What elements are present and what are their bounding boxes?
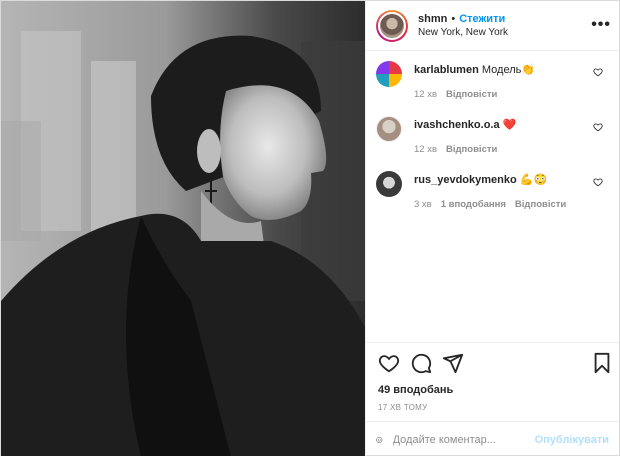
comment-bubble-icon[interactable] xyxy=(410,352,432,374)
share-paper-plane-icon[interactable] xyxy=(442,352,464,374)
add-comment-bar: Опублікувати xyxy=(366,421,619,456)
comment-meta: 12 хв Відповісти xyxy=(414,144,516,155)
commenter-avatar[interactable] xyxy=(376,116,402,142)
comment-text: ❤️ xyxy=(502,119,517,131)
author-info: shmn • Стежити New York, New York xyxy=(418,12,508,40)
commenter-username[interactable]: karlablumen xyxy=(414,64,479,76)
post-timestamp[interactable]: 17 ХВ ТОМУ xyxy=(366,403,619,421)
comment-text: Модель👏 xyxy=(481,64,536,76)
post-actions xyxy=(366,342,619,382)
comment-time[interactable]: 12 хв xyxy=(414,144,437,155)
author-avatar[interactable] xyxy=(376,9,408,42)
commenter-username[interactable]: rus_yevdokymenko xyxy=(414,174,517,186)
comment-body: ivashchenko.o.a ❤️ 12 хв Відповісти xyxy=(414,114,516,155)
comment-line: ivashchenko.o.a ❤️ xyxy=(414,118,516,132)
like-heart-icon[interactable] xyxy=(378,352,400,374)
like-comment-heart-icon[interactable] xyxy=(593,67,603,77)
author-avatar-image xyxy=(378,11,406,40)
post-photo[interactable] xyxy=(1,1,365,456)
comment-meta: 3 хв 1 вподобання Відповісти xyxy=(414,199,566,210)
publish-button[interactable]: Опублікувати xyxy=(535,434,609,446)
comment-item: rus_yevdokymenko 💪😳 3 хв 1 вподобання Ві… xyxy=(376,169,609,210)
post-header: shmn • Стежити New York, New York ••• xyxy=(366,1,619,51)
comment-text: 💪😳 xyxy=(519,174,548,186)
post-photo-image xyxy=(1,1,365,456)
like-comment-heart-icon[interactable] xyxy=(593,122,603,132)
comment-body: rus_yevdokymenko 💪😳 3 хв 1 вподобання Ві… xyxy=(414,169,566,210)
comment-likes-count[interactable]: 1 вподобання xyxy=(441,199,506,210)
reply-button[interactable]: Відповісти xyxy=(446,89,497,100)
comment-line: rus_yevdokymenko 💪😳 xyxy=(414,173,566,187)
comments-list: karlablumen Модель👏 12 хв Відповісти iva… xyxy=(366,51,619,342)
comment-line: karlablumen Модель👏 xyxy=(414,63,535,77)
comment-time[interactable]: 3 хв xyxy=(414,199,432,210)
comment-input[interactable] xyxy=(392,433,535,446)
commenter-avatar[interactable] xyxy=(376,61,402,87)
emoji-picker-icon[interactable] xyxy=(376,430,383,450)
comment-time[interactable]: 12 хв xyxy=(414,89,437,100)
more-options-icon[interactable]: ••• xyxy=(591,16,611,34)
comment-body: karlablumen Модель👏 12 хв Відповісти xyxy=(414,59,535,100)
instagram-post: shmn • Стежити New York, New York ••• ka… xyxy=(0,0,620,456)
post-location[interactable]: New York, New York xyxy=(418,26,508,40)
separator-dot: • xyxy=(451,12,456,25)
save-bookmark-icon[interactable] xyxy=(591,352,613,374)
commenter-username[interactable]: ivashchenko.o.a xyxy=(414,119,500,131)
author-username[interactable]: shmn xyxy=(418,12,447,26)
reply-button[interactable]: Відповісти xyxy=(446,144,497,155)
comment-meta: 12 хв Відповісти xyxy=(414,89,535,100)
likes-count[interactable]: 49 вподобань xyxy=(366,382,619,398)
comment-item: ivashchenko.o.a ❤️ 12 хв Відповісти xyxy=(376,114,609,155)
like-comment-heart-icon[interactable] xyxy=(593,177,603,187)
comment-item: karlablumen Модель👏 12 хв Відповісти xyxy=(376,59,609,100)
author-row: shmn • Стежити xyxy=(418,12,508,26)
commenter-avatar[interactable] xyxy=(376,171,402,197)
post-side-panel: shmn • Стежити New York, New York ••• ka… xyxy=(365,1,619,456)
follow-button[interactable]: Стежити xyxy=(459,12,505,26)
reply-button[interactable]: Відповісти xyxy=(515,199,566,210)
